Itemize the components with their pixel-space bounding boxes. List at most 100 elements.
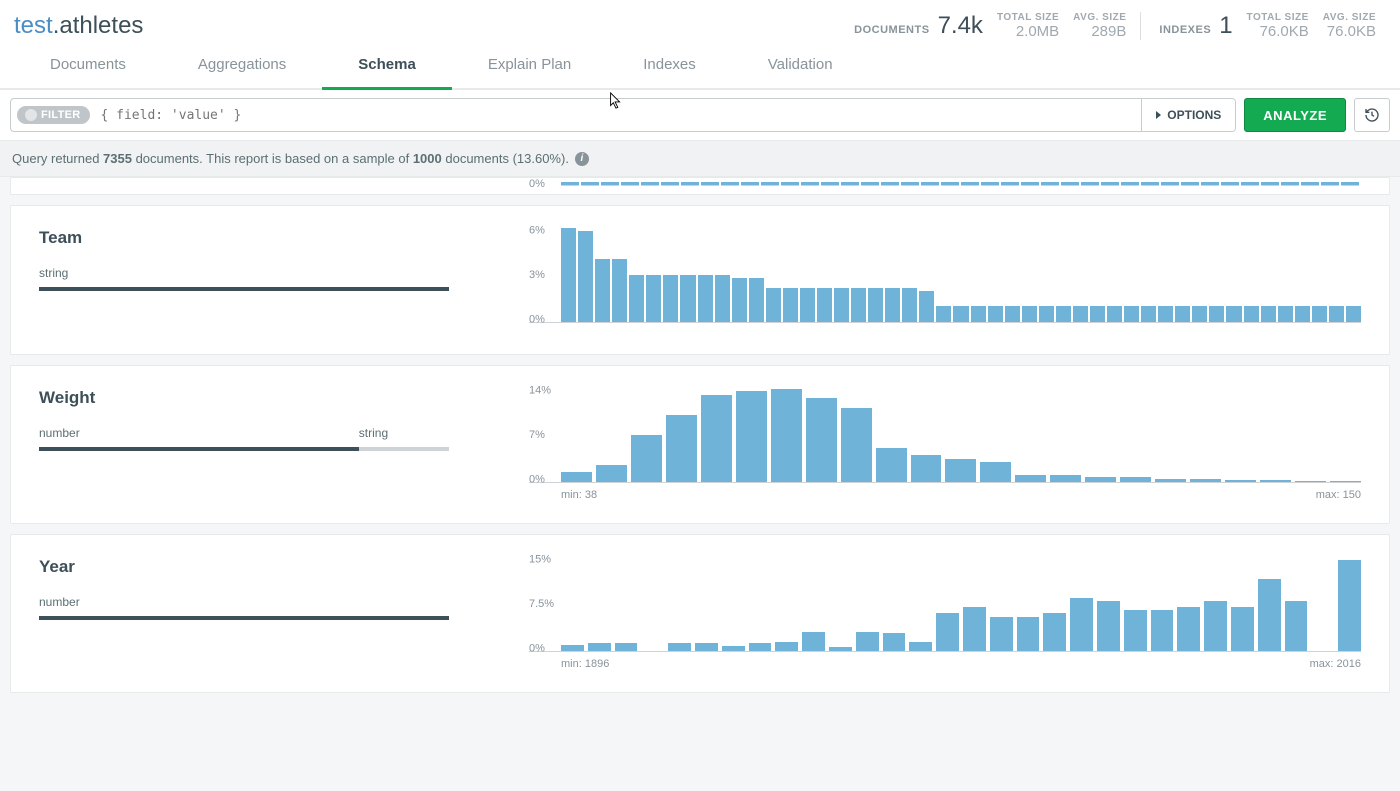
chart-bar[interactable]	[722, 646, 745, 651]
type-bar-team[interactable]	[39, 287, 449, 291]
chart-bar[interactable]	[1225, 480, 1256, 482]
tab-schema[interactable]: Schema	[322, 42, 452, 90]
chart-bar[interactable]	[1015, 475, 1046, 482]
tab-aggregations[interactable]: Aggregations	[162, 42, 322, 90]
chart-bar[interactable]	[1241, 182, 1259, 186]
type-label[interactable]: string	[39, 266, 449, 283]
chart-bar[interactable]	[578, 231, 593, 322]
chart-bar[interactable]	[629, 275, 644, 322]
chart-bar[interactable]	[801, 182, 819, 186]
chart-bar[interactable]	[876, 448, 907, 482]
chart-bar[interactable]	[1141, 306, 1156, 322]
chart-bar[interactable]	[919, 291, 934, 322]
chart-bar[interactable]	[1073, 306, 1088, 322]
chart-bar[interactable]	[1141, 182, 1159, 186]
chart-bar[interactable]	[1151, 610, 1174, 651]
chart-bar[interactable]	[1005, 306, 1020, 322]
chart-bar[interactable]	[612, 259, 627, 322]
tab-validation[interactable]: Validation	[732, 42, 869, 90]
chart-bar[interactable]	[1346, 306, 1361, 322]
chart-bar[interactable]	[698, 275, 713, 322]
chart-bar[interactable]	[641, 182, 659, 186]
chart-bar[interactable]	[595, 259, 610, 322]
chart-bar[interactable]	[1161, 182, 1179, 186]
chart-bar[interactable]	[802, 632, 825, 651]
chart-bar[interactable]	[561, 472, 592, 482]
chart-bar[interactable]	[981, 182, 999, 186]
chart-bar[interactable]	[1050, 475, 1081, 482]
chart-bar[interactable]	[761, 182, 779, 186]
chart-bar[interactable]	[963, 607, 986, 651]
chart-bar[interactable]	[941, 182, 959, 186]
chart-bar[interactable]	[681, 182, 699, 186]
history-button[interactable]	[1354, 98, 1390, 132]
chart-bar[interactable]	[1001, 182, 1019, 186]
chart-bar[interactable]	[817, 288, 832, 322]
chart-bar[interactable]	[841, 408, 872, 482]
chart-bar[interactable]	[1295, 481, 1326, 482]
chart-bar[interactable]	[1226, 306, 1241, 322]
chart-bar[interactable]	[596, 465, 627, 482]
chart-bar[interactable]	[1041, 182, 1059, 186]
chart-bar[interactable]	[783, 288, 798, 322]
chart-bar[interactable]	[1231, 607, 1254, 651]
chart-bar[interactable]	[1260, 480, 1291, 482]
chart-bar[interactable]	[1295, 306, 1310, 322]
chart-bar[interactable]	[1097, 601, 1120, 651]
chart-bar[interactable]	[841, 182, 859, 186]
chart-bar[interactable]	[680, 275, 695, 322]
chart-bar[interactable]	[775, 642, 798, 651]
chart-bar[interactable]	[1120, 477, 1151, 482]
chart-bar[interactable]	[601, 182, 619, 186]
chart-bar[interactable]	[615, 643, 638, 651]
chart-bar[interactable]	[868, 288, 883, 322]
chart-bar[interactable]	[909, 642, 932, 651]
chart-bar[interactable]	[856, 632, 879, 651]
chart-bar[interactable]	[945, 459, 976, 483]
chart-bar[interactable]	[666, 415, 697, 482]
chart-bar[interactable]	[911, 455, 942, 482]
chart-bar[interactable]	[721, 182, 739, 186]
chart-bar[interactable]	[1177, 607, 1200, 651]
chart-bar[interactable]	[1321, 182, 1339, 186]
chart-bar[interactable]	[701, 395, 732, 482]
chart-bar[interactable]	[1221, 182, 1239, 186]
type-bar-year[interactable]	[39, 616, 449, 620]
chart-bar[interactable]	[921, 182, 939, 186]
chart-bar[interactable]	[902, 288, 917, 322]
chart-bar[interactable]	[749, 643, 772, 651]
chart-bar[interactable]	[1056, 306, 1071, 322]
chart-bar[interactable]	[561, 228, 576, 322]
chart-bar[interactable]	[861, 182, 879, 186]
chart-bar[interactable]	[1085, 477, 1116, 482]
chart-bar[interactable]	[766, 288, 781, 322]
chart-bar[interactable]	[1258, 579, 1281, 651]
chart-bar[interactable]	[1261, 306, 1276, 322]
chart-bar[interactable]	[1021, 182, 1039, 186]
chart-bar[interactable]	[736, 391, 767, 482]
chart-bar[interactable]	[885, 288, 900, 322]
chart-bar[interactable]	[829, 647, 852, 651]
chart-bar[interactable]	[1158, 306, 1173, 322]
chart-bar[interactable]	[1061, 182, 1079, 186]
chart-bar[interactable]	[1330, 481, 1361, 482]
chart-bar[interactable]	[901, 182, 919, 186]
chart-bar[interactable]	[1181, 182, 1199, 186]
chart-bar[interactable]	[646, 275, 661, 322]
chart-bar[interactable]	[701, 182, 719, 186]
type-label[interactable]: number	[39, 595, 449, 612]
type-label[interactable]: string	[359, 426, 449, 443]
chart-bar[interactable]	[961, 182, 979, 186]
info-icon[interactable]: i	[575, 152, 589, 166]
chart-bar[interactable]	[749, 278, 764, 322]
chart-bar[interactable]	[800, 288, 815, 322]
chart-bar[interactable]	[1022, 306, 1037, 322]
type-segment[interactable]	[39, 287, 449, 291]
filter-input[interactable]	[90, 99, 1141, 131]
chart-bar[interactable]	[1017, 617, 1040, 651]
tab-documents[interactable]: Documents	[14, 42, 162, 90]
chart-bar[interactable]	[1070, 598, 1093, 651]
chart-bar[interactable]	[1107, 306, 1122, 322]
chart-bar[interactable]	[668, 643, 691, 651]
chart-bar[interactable]	[1261, 182, 1279, 186]
